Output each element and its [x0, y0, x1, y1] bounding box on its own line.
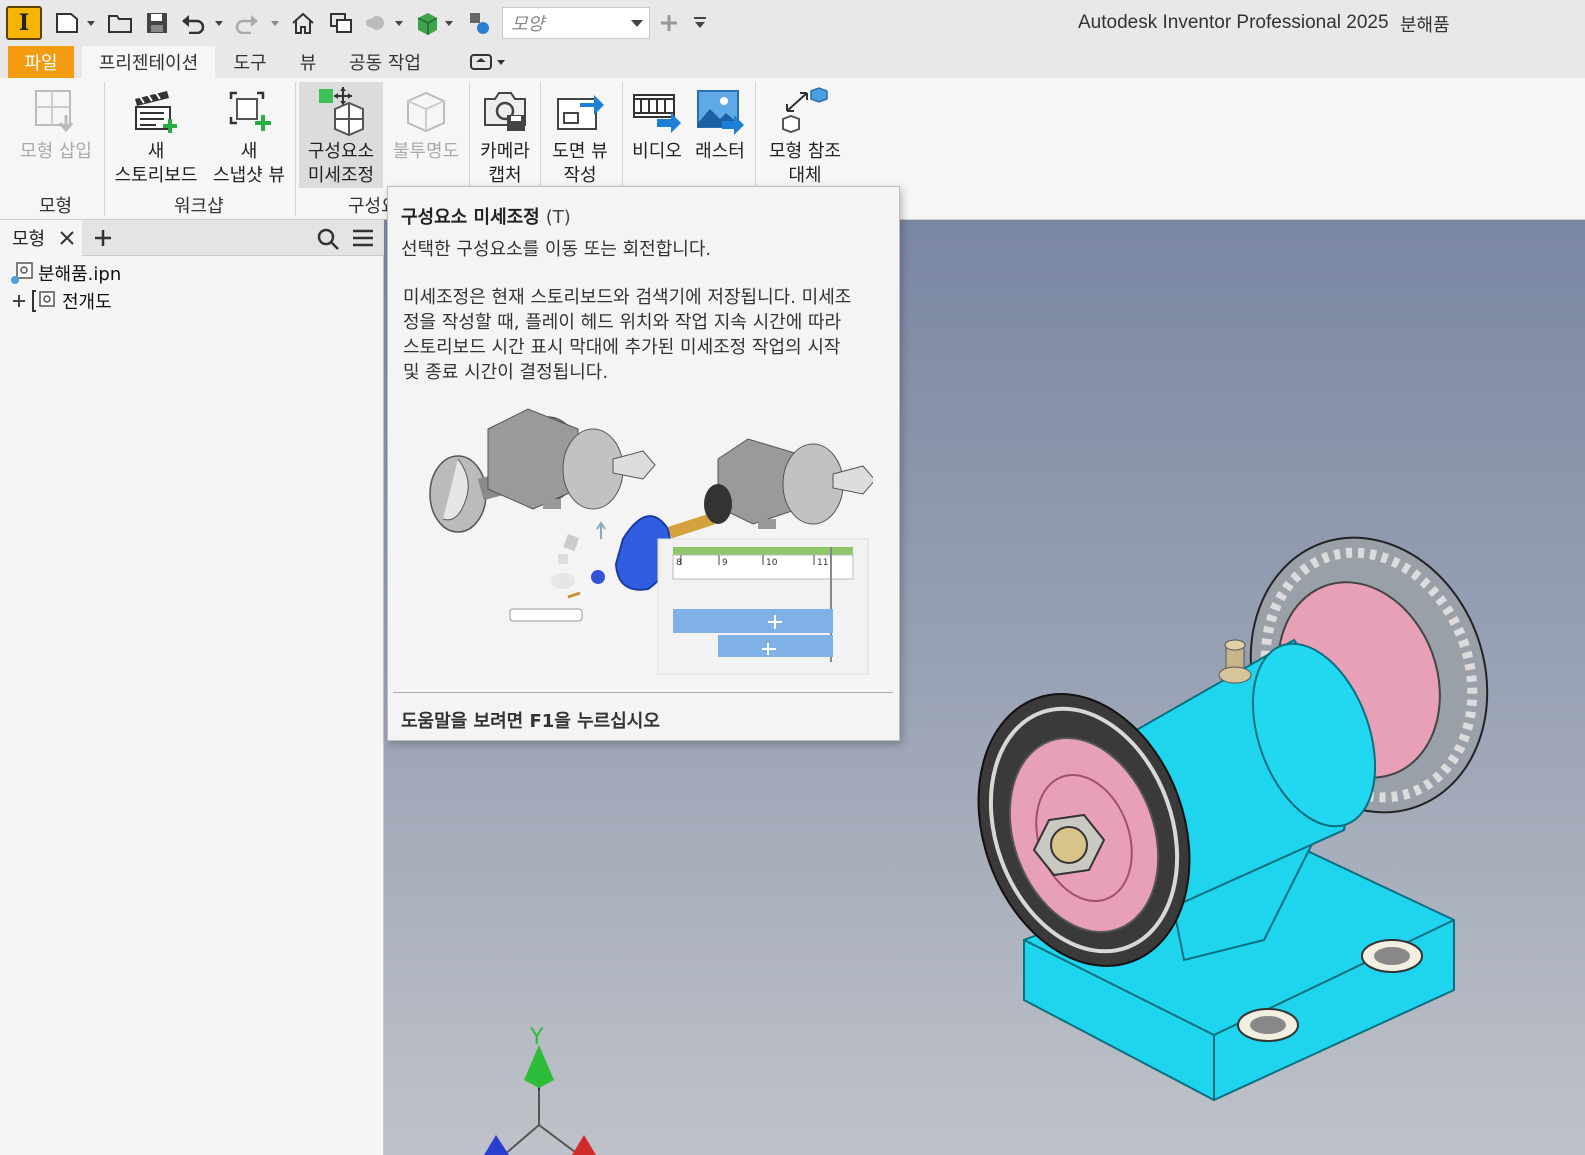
undo-icon[interactable] [178, 8, 208, 38]
tooltip-tweak-components: 구성요소 미세조정 (T) 선택한 구성요소를 이동 또는 회전합니다. 미세조정… [387, 186, 900, 741]
ribbon-display-icon [470, 54, 505, 70]
redo-icon[interactable] [232, 8, 262, 38]
axis-y-label: Y [529, 1025, 544, 1050]
opacity-button[interactable]: 불투명도 [388, 82, 464, 164]
tooltip-illustration: 8 9 10 11 [429, 408, 873, 675]
material-icon[interactable] [362, 8, 392, 38]
new-storyboard-button[interactable]: 새 스토리보드 [110, 82, 202, 188]
menu-icon[interactable] [352, 228, 374, 248]
tooltip-shortcut: (T) [545, 207, 571, 228]
home-icon[interactable] [288, 8, 318, 38]
expand-icon[interactable] [10, 291, 30, 311]
insert-model-button[interactable]: 모형 삽입 [12, 82, 100, 164]
appearance-icon[interactable] [412, 8, 442, 38]
new-icon[interactable] [52, 8, 82, 38]
open-icon[interactable] [106, 8, 136, 38]
capture-camera-button[interactable]: 카메라 캡처 [472, 82, 538, 188]
material-dropdown-icon[interactable] [394, 18, 404, 28]
tab-tools[interactable]: 도구 [225, 46, 275, 78]
replace-model-button[interactable]: 모형 참조 대체 [760, 82, 850, 188]
tab-presentation[interactable]: 프리젠테이션 [82, 46, 215, 78]
insert-model-icon [30, 82, 82, 140]
raster-button[interactable]: 래스터 [690, 82, 750, 164]
appearance-dropdown-icon[interactable] [444, 18, 454, 28]
group-separator [104, 82, 105, 216]
storyboard-icon [130, 82, 182, 140]
browser-tab-model[interactable]: 모형 [0, 220, 82, 256]
create-drawing-view-button[interactable]: 도면 뷰 작성 [544, 82, 616, 188]
browser-header: 모형 [0, 220, 384, 256]
title-bar: I 모양 Autodesk Inventor Professional 2025… [0, 0, 1585, 46]
ribbon-tab-bar: 파일 프리젠테이션 도구 뷰 공동 작업 [0, 46, 1585, 78]
undo-dropdown-icon[interactable] [214, 18, 224, 28]
presentation-file-icon [11, 262, 33, 284]
tree-item-exploded-view[interactable]: 전개도 [10, 288, 112, 314]
tab-view[interactable]: 뷰 [290, 46, 326, 78]
illustration-assembly-right [704, 438, 873, 529]
replace-model-icon [779, 82, 831, 140]
tooltip-description: 선택한 구성요소를 이동 또는 회전합니다. [401, 239, 712, 260]
search-icon[interactable] [316, 227, 340, 251]
tweak-components-icon [315, 82, 367, 140]
chevron-down-icon [631, 20, 643, 27]
window-icon[interactable] [326, 8, 356, 38]
timeline-tick-8: 8 [676, 558, 682, 568]
scene-icon [32, 290, 55, 312]
group-label-workshop: 워크샵 [174, 196, 224, 217]
appearance-select[interactable]: 모양 [502, 7, 650, 39]
save-icon[interactable] [142, 8, 172, 38]
tweak-components-button[interactable]: 구성요소 미세조정 [299, 82, 383, 188]
timeline-tick-10: 10 [766, 558, 778, 568]
tree-item-document[interactable]: 분해품.ipn [10, 260, 121, 286]
timeline-tick-9: 9 [722, 558, 728, 568]
adjust-icon[interactable] [464, 8, 494, 38]
add-tab-icon[interactable] [94, 229, 112, 247]
redo-dropdown-icon[interactable] [270, 18, 280, 28]
timeline-tick-11: 11 [817, 558, 828, 568]
snapshot-icon [223, 82, 275, 140]
tooltip-divider [393, 692, 893, 693]
camera-icon [479, 82, 531, 140]
raster-icon [694, 82, 746, 140]
model-browser: 모형 분해품.ipn 전개도 [0, 220, 384, 1155]
group-label-model: 모형 [39, 196, 73, 217]
tooltip-title: 구성요소 미세조정 (T) [401, 207, 571, 228]
video-button[interactable]: 비디오 [626, 82, 688, 164]
add-icon[interactable] [656, 8, 682, 38]
tooltip-help: 도움말을 보려면 F1을 누르십시오 [401, 711, 660, 732]
close-icon[interactable] [59, 230, 75, 246]
tab-file[interactable]: 파일 [8, 46, 74, 78]
illustration-timeline: 8 9 10 11 [657, 538, 869, 675]
ribbon-display-toggle[interactable] [464, 46, 510, 78]
new-dropdown-icon[interactable] [86, 18, 96, 28]
customize-icon[interactable] [688, 8, 712, 38]
axis-triad: Y [484, 1025, 596, 1155]
opacity-icon [400, 82, 452, 140]
drawing-view-icon [554, 82, 606, 140]
illustration-assembly-left [429, 408, 656, 533]
app-title: Autodesk Inventor Professional 2025 [1078, 12, 1389, 33]
video-icon [631, 82, 683, 140]
tab-collaborate[interactable]: 공동 작업 [340, 46, 430, 78]
app-logo[interactable]: I [6, 6, 42, 40]
group-separator [295, 82, 296, 216]
document-title: 분해품 [1400, 15, 1450, 36]
tooltip-body: 미세조정은 현재 스토리보드와 검색기에 저장됩니다. 미세조 정을 작성할 때… [403, 287, 852, 383]
new-snapshot-button[interactable]: 새 스냅샷 뷰 [206, 82, 292, 188]
grease-fitting [1218, 639, 1252, 684]
